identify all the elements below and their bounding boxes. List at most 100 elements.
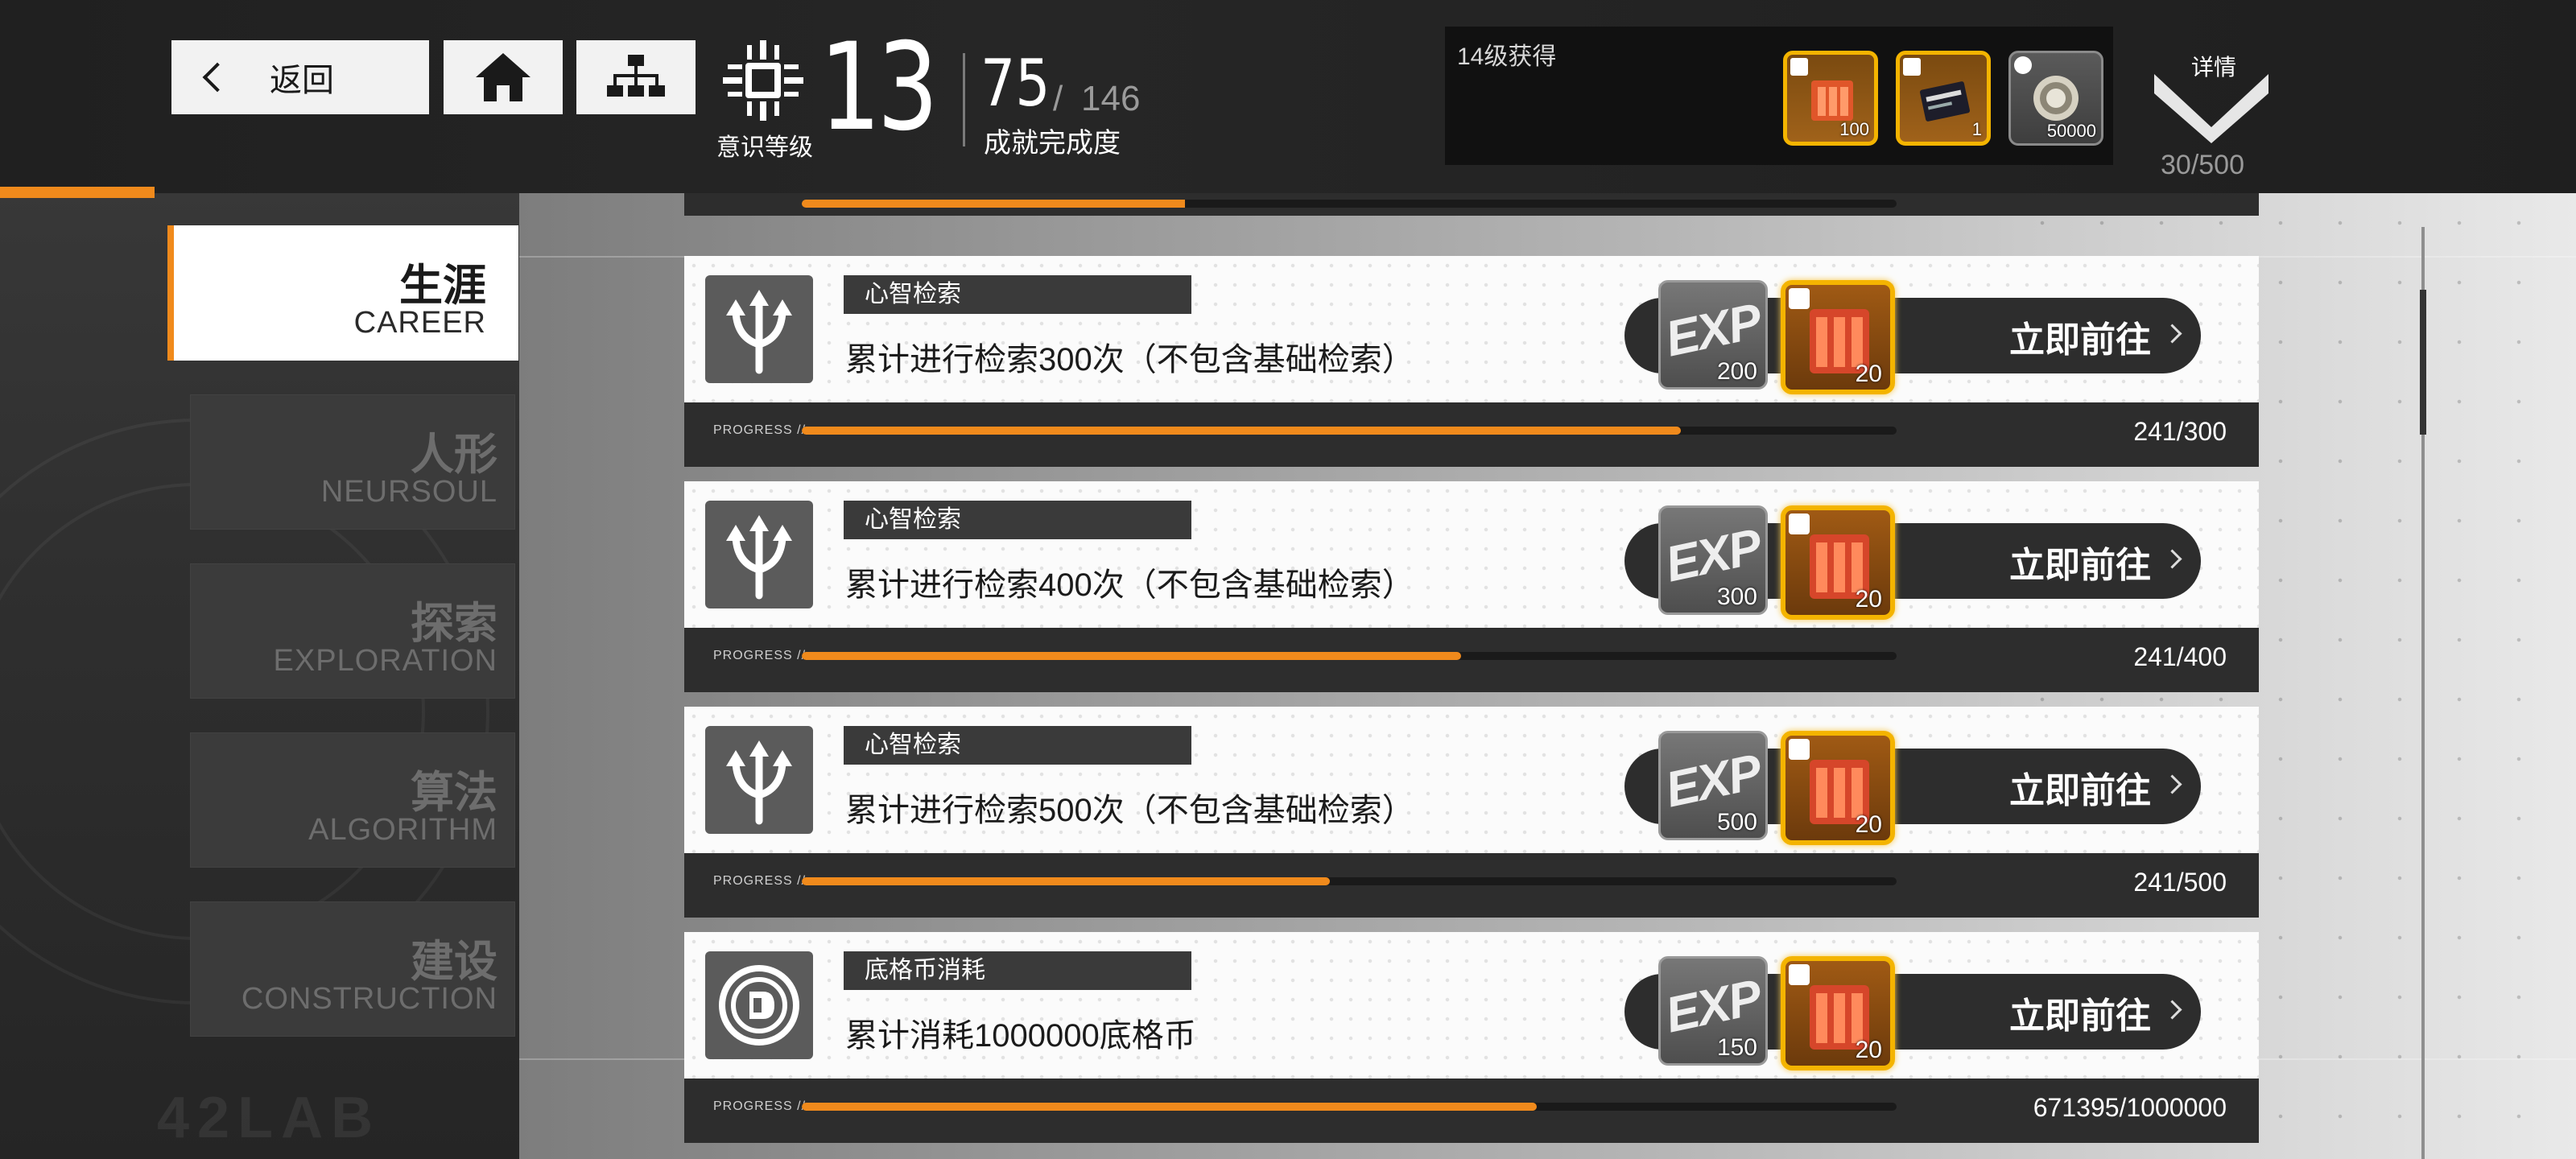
sidebar-item-sublabel: ALGORITHM (308, 813, 497, 847)
sidebar-item-sublabel: CONSTRUCTION (241, 982, 497, 1016)
progress-label: PROGRESS // (713, 423, 807, 437)
back-button[interactable]: 返回 (171, 40, 429, 114)
card-progress-bar (684, 853, 2259, 918)
progress-track (802, 200, 1897, 208)
achievement-description: 累计进行检索400次（不包含基础检索） (845, 567, 1414, 603)
progress-value: 241/300 (2133, 417, 2227, 446)
trident-icon (726, 290, 792, 374)
reward-item-qty: 50000 (2046, 121, 2096, 141)
progress-fill (802, 652, 1462, 660)
progress-track (802, 1103, 1897, 1111)
progress-label: PROGRESS // (713, 649, 807, 662)
scrollbar-thumb[interactable] (2420, 290, 2426, 435)
sidebar-item-algorithm[interactable]: 算法 ALGORITHM (190, 732, 515, 868)
sidebar-item-neursoul[interactable]: 人形 NEURSOUL (190, 394, 515, 530)
coin-icon (2033, 76, 2079, 121)
category-icon (705, 501, 813, 608)
reward-exp[interactable]: EXP 500 (1658, 731, 1768, 840)
reward-item-qty: 1 (1971, 119, 1982, 139)
achievement-card-partial (684, 193, 2259, 216)
go-button-label[interactable]: 立即前往 (2009, 536, 2151, 588)
coin-icon (719, 965, 799, 1046)
go-button-label[interactable]: 立即前往 (2009, 987, 2151, 1038)
card-progress-bar (684, 628, 2259, 692)
category-icon (705, 275, 813, 383)
home-button[interactable] (444, 40, 563, 114)
progress-fill (802, 427, 1682, 435)
progress-value: 241/400 (2133, 642, 2227, 671)
sitemap-icon (607, 55, 665, 97)
progress-track (802, 652, 1897, 660)
reward-chips[interactable]: 20 (1781, 731, 1895, 845)
progress-track (802, 427, 1897, 435)
sidebar-item-sublabel: CAREER (353, 306, 486, 340)
details-progress: 30/500 (2161, 150, 2244, 180)
achievement-list[interactable]: 心智检索 累计进行检索300次（不包含基础检索） EXP 200 20 立即前往… (684, 193, 2262, 1159)
reward-exp[interactable]: EXP 150 (1658, 956, 1768, 1066)
progress-fill (802, 877, 1330, 885)
reward-chips[interactable]: 20 (1781, 280, 1895, 394)
category-tag: 心智检索 (844, 275, 1191, 314)
achievements-total: 146 (1081, 79, 1141, 118)
sidebar-item-exploration[interactable]: 探索 EXPLORATION (190, 563, 515, 699)
chip-icon (1811, 80, 1853, 121)
sidebar-item-label: 算法 (411, 769, 497, 817)
sidebar-item-sublabel: EXPLORATION (273, 644, 497, 678)
top-bar: 返回 意识等级 13 75 / 146 成就完成度 14级获得 100 1 50… (0, 0, 2576, 193)
go-button-label[interactable]: 立即前往 (2009, 761, 2151, 813)
watermark-text: 42LAB (157, 1086, 382, 1150)
reward-chips[interactable]: 20 (1781, 956, 1895, 1070)
trident-icon (726, 515, 792, 600)
reward-exp-qty: 500 (1716, 809, 1757, 835)
chevron-down-icon[interactable] (2151, 64, 2272, 145)
reward-item-chips[interactable]: 100 (1783, 51, 1878, 146)
progress-fill (802, 200, 1185, 208)
chip-tag-icon (1790, 58, 1808, 76)
reward-exp-qty: 150 (1716, 1034, 1757, 1061)
progress-track (802, 877, 1897, 885)
header-divider (963, 53, 965, 146)
progress-value: 241/500 (2133, 868, 2227, 897)
coin-tag-icon (2014, 56, 2032, 74)
achievement-description: 累计进行检索500次（不包含基础检索） (845, 793, 1414, 828)
achievements-completed: 75 (980, 46, 1051, 121)
exp-icon: EXP (1661, 744, 1765, 819)
reward-exp[interactable]: EXP 200 (1658, 280, 1768, 390)
sidebar-item-career[interactable]: 生涯 CAREER (167, 225, 518, 361)
header-accent-stripe (0, 187, 155, 198)
exp-icon: EXP (1661, 518, 1765, 593)
reward-exp[interactable]: EXP 300 (1658, 505, 1768, 615)
achievement-card: 心智检索 累计进行检索500次（不包含基础检索） EXP 500 20 立即前往… (684, 707, 2259, 918)
reward-item-construction-ticket[interactable]: 1 (1896, 51, 1991, 146)
sidebar-item-label: 生涯 (399, 262, 486, 310)
reward-chips-qty: 20 (1855, 586, 1882, 612)
reward-chips[interactable]: 20 (1781, 505, 1895, 620)
category-tag: 底格币消耗 (844, 951, 1191, 990)
category-label: 心智检索 (865, 506, 961, 533)
sidebar-item-sublabel: NEURSOUL (320, 475, 497, 509)
back-button-label: 返回 (270, 63, 334, 98)
sitemap-button[interactable] (576, 40, 696, 114)
achievement-description: 累计进行检索300次（不包含基础检索） (845, 342, 1414, 377)
achievements-label: 成就完成度 (984, 128, 1121, 159)
card-progress-bar (684, 1079, 2259, 1143)
progress-label: PROGRESS // (713, 1099, 807, 1113)
reward-chips-qty: 20 (1855, 1037, 1882, 1063)
reward-exp-qty: 200 (1716, 358, 1757, 385)
level-value: 13 (819, 18, 939, 158)
card-progress-bar (684, 402, 2259, 467)
category-tag: 心智检索 (844, 726, 1191, 765)
exp-icon: EXP (1661, 293, 1765, 368)
sidebar-item-construction[interactable]: 建设 CONSTRUCTION (190, 901, 515, 1037)
ticket-tag-icon (1903, 58, 1921, 76)
category-icon (705, 951, 813, 1059)
back-arrow-icon (202, 62, 233, 93)
progress-fill (802, 1103, 1538, 1111)
progress-value: 671395/1000000 (2033, 1093, 2227, 1122)
construction-ticket-icon (1920, 81, 1970, 122)
sidebar-item-label: 人形 (411, 431, 497, 479)
reward-item-coins[interactable]: 50000 (2008, 51, 2103, 146)
home-icon (476, 53, 530, 101)
achievements-slash: / (1053, 79, 1063, 118)
go-button-label[interactable]: 立即前往 (2009, 311, 2151, 362)
